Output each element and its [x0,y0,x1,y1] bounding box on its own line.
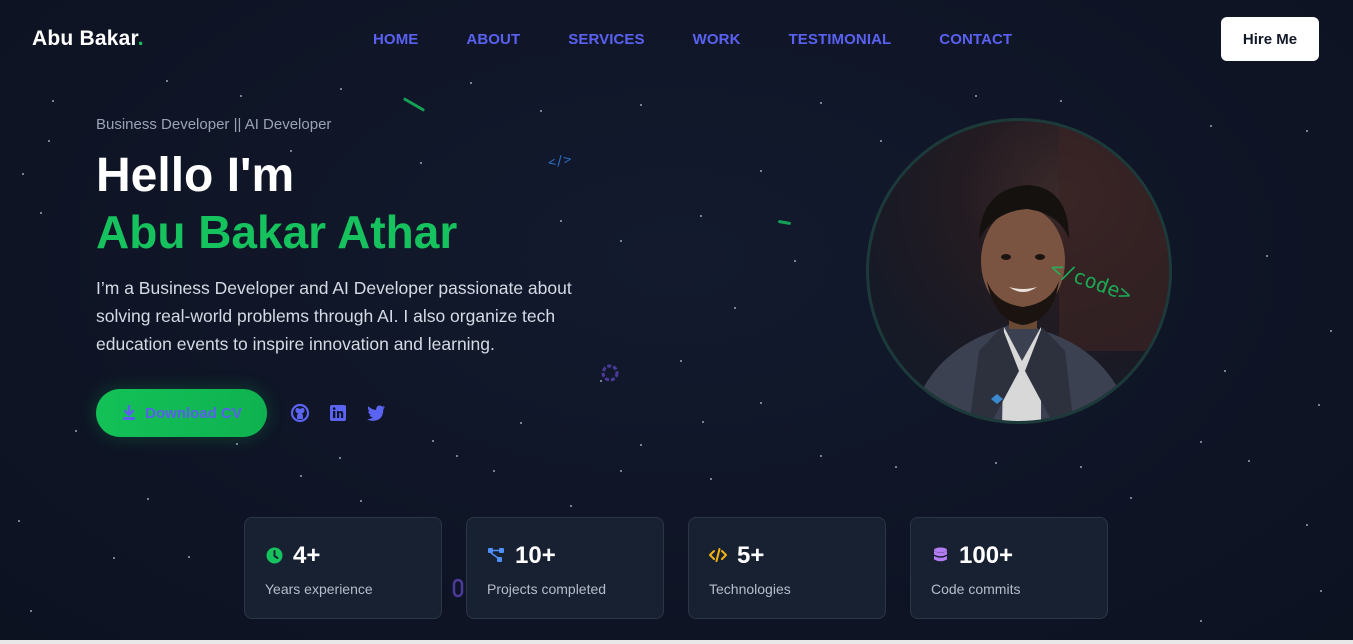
database-icon [931,546,949,564]
floating-gear-icon [598,361,622,390]
clock-icon [265,546,283,564]
stat-card-experience: 4+ Years experience [244,517,442,619]
hero-description: I’m a Business Developer and AI Develope… [96,278,572,354]
stat-label: Projects completed [487,581,607,597]
download-icon [123,405,136,420]
hero-subtitle: Business Developer || AI Developer [96,116,332,133]
logo[interactable]: Abu Bakar. [32,27,144,51]
stat-value: 5+ [737,542,765,569]
network-icon [487,546,505,564]
stat-value: 100+ [959,542,1014,569]
floating-code-tag: </> [546,152,573,171]
profile-avatar: </code> [866,118,1172,424]
nav-testimonial[interactable]: TESTIMONIAL [789,31,892,48]
bottom-scroll-edge [0,640,1353,644]
nav-home[interactable]: HOME [373,31,418,48]
portfolio-page: </> Abu Bakar. HOME ABOUT SERVICES WORK … [0,0,1353,644]
floating-dash-green-small [777,219,792,226]
logo-dot: . [137,27,144,50]
hero-name: Abu Bakar Athar [96,206,458,258]
site-header: Abu Bakar. HOME ABOUT SERVICES WORK TEST… [0,0,1353,80]
stat-card-commits: 100+ Code commits [910,517,1108,619]
download-cv-button[interactable]: Download CV [96,389,267,437]
floating-dash-green [402,97,426,112]
download-cv-label: Download CV [145,404,242,422]
stat-card-technologies: 5+ Technologies [688,517,886,619]
github-icon[interactable] [289,402,311,424]
nav-about[interactable]: ABOUT [466,31,520,48]
stat-value: 10+ [515,542,556,569]
nav-work[interactable]: WORK [693,31,741,48]
nav-contact[interactable]: CONTACT [939,31,1012,48]
stat-card-projects: 10+ Projects completed [466,517,664,619]
code-icon [709,546,727,564]
stat-value: 4+ [293,542,321,569]
linkedin-icon[interactable] [327,402,349,424]
stat-label: Technologies [709,581,791,597]
stat-label: Code commits [931,581,1021,597]
nav-services[interactable]: SERVICES [568,31,644,48]
twitter-icon[interactable] [365,402,387,424]
stat-label: Years experience [265,581,373,597]
profile-portrait [910,121,1169,421]
main-nav: HOME ABOUT SERVICES WORK TESTIMONIAL CON… [373,31,1060,48]
logo-text: Abu Bakar [32,27,138,50]
hero-greeting: Hello I'm [96,149,295,202]
hire-me-button[interactable]: Hire Me [1221,17,1319,61]
